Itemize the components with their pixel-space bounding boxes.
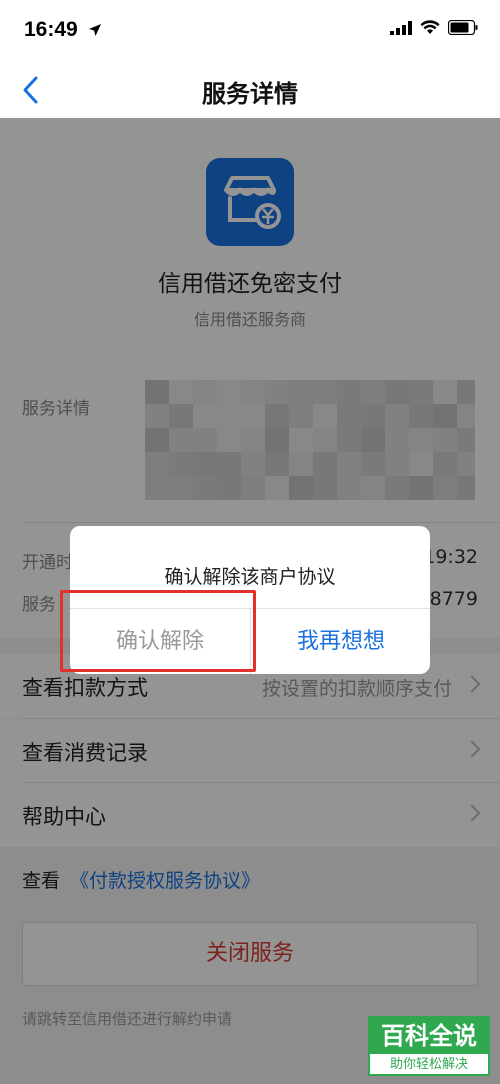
status-time: 16:49	[24, 18, 78, 41]
watermark-subtitle: 助你轻松解决	[389, 1057, 468, 1072]
watermark-logo: 百科全说 助你轻松解决	[368, 1016, 490, 1076]
battery-icon	[448, 20, 478, 35]
confirm-remove-button[interactable]: 确认解除	[70, 609, 250, 674]
nav-bar: 服务详情	[0, 62, 500, 118]
confirm-dialog: 确认解除该商户协议 确认解除 我再想想	[70, 526, 430, 674]
page-title: 服务详情	[202, 80, 298, 108]
watermark-title: 百科全说	[370, 1018, 488, 1054]
status-bar: 16:49	[0, 0, 500, 62]
signal-icon	[390, 20, 412, 35]
location-arrow-icon	[89, 24, 101, 36]
status-icons	[390, 20, 478, 35]
wifi-icon	[420, 20, 440, 34]
dialog-message: 确认解除该商户协议	[164, 566, 336, 588]
reconsider-button[interactable]: 我再想想	[251, 609, 430, 674]
